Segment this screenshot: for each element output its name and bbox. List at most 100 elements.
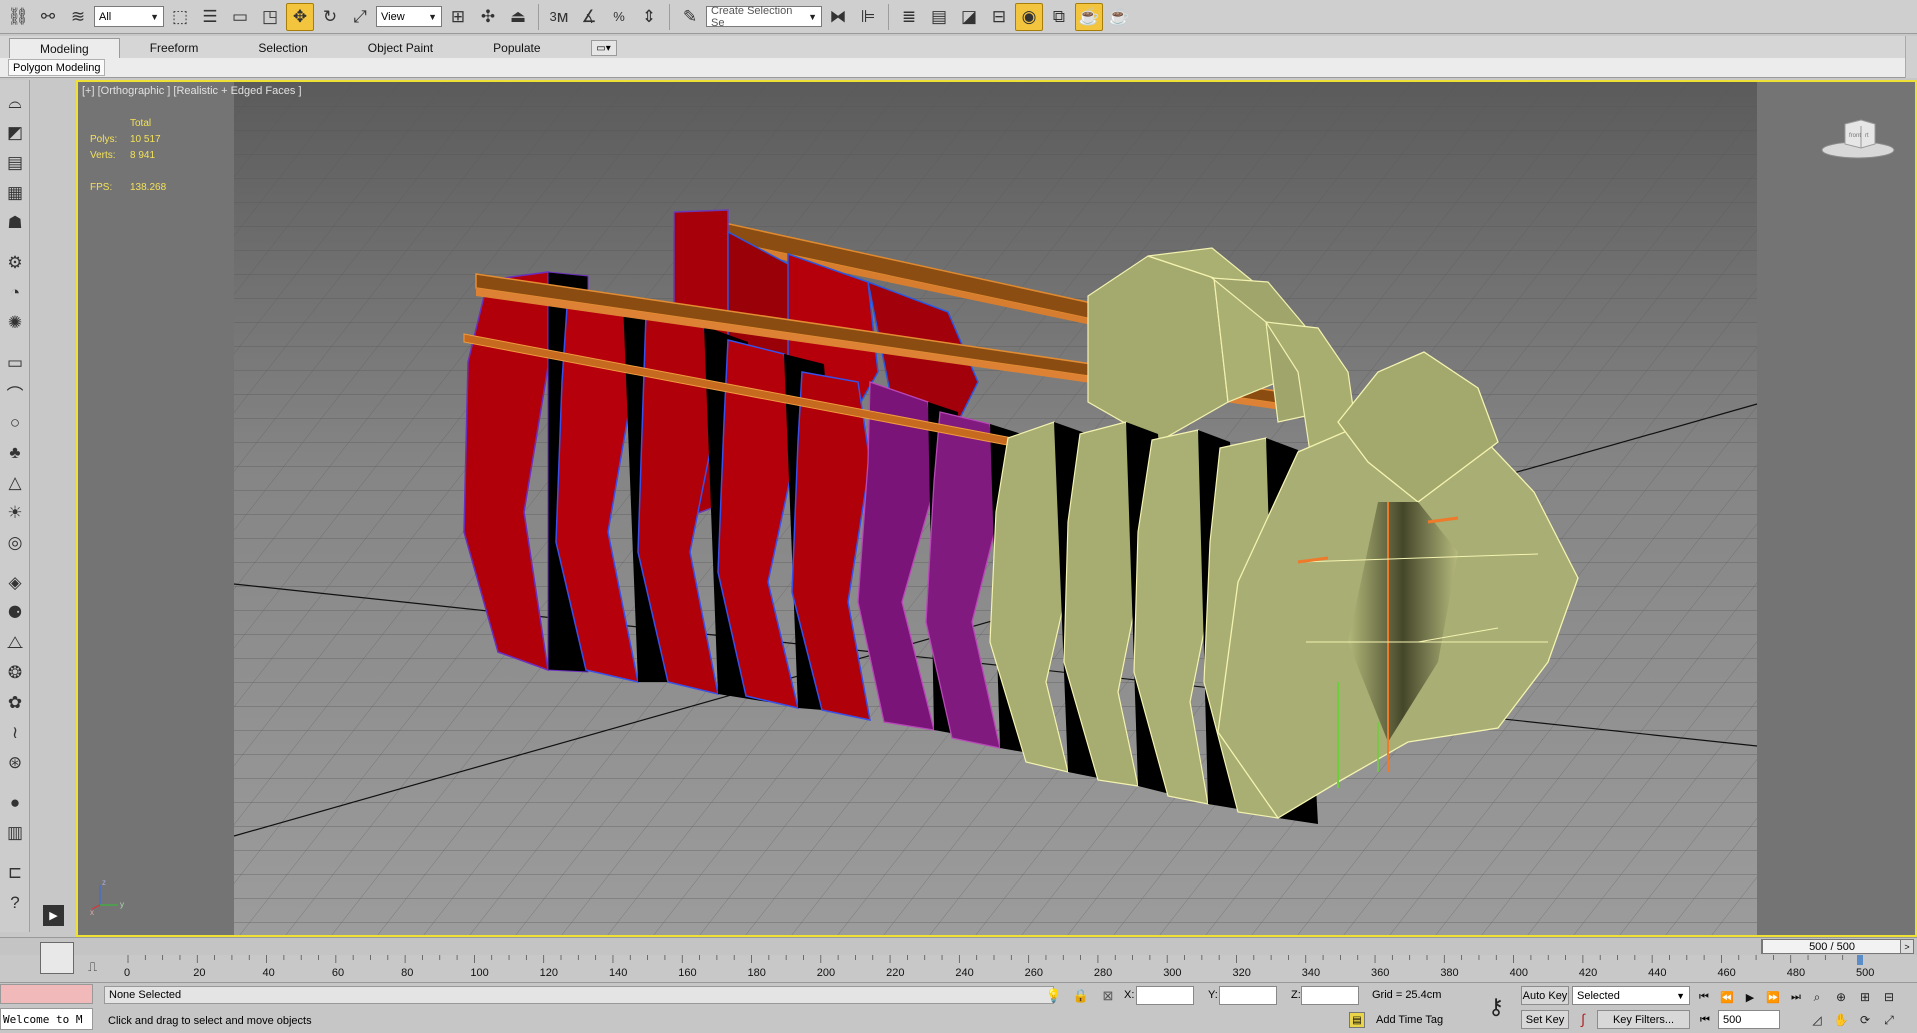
- render-production-icon[interactable]: ☕: [1105, 3, 1133, 31]
- zoom-icon[interactable]: ⌕: [1808, 988, 1826, 1006]
- polygon-modeling-panel-label[interactable]: Polygon Modeling: [8, 59, 106, 76]
- edit-named-selection-icon[interactable]: ✎: [676, 3, 704, 31]
- ribbon-scroll-strip[interactable]: [1905, 36, 1917, 78]
- x-coordinate-field[interactable]: [1136, 986, 1194, 1005]
- light-icon[interactable]: ☀: [2, 500, 28, 526]
- z-coordinate-field[interactable]: [1301, 986, 1359, 1005]
- torus-primitive-icon[interactable]: ◎: [2, 530, 28, 556]
- bind-to-space-warp-icon[interactable]: ≋: [64, 3, 92, 31]
- spinner-snap-icon[interactable]: ⇕: [635, 3, 663, 31]
- select-and-link-icon[interactable]: ⛓: [4, 3, 32, 31]
- named-selection-dropdown[interactable]: Create Selection Se ▼: [706, 5, 822, 29]
- auto-key-button[interactable]: Auto Key: [1521, 986, 1569, 1005]
- time-tag-icon[interactable]: ▤: [1349, 1012, 1365, 1028]
- default-in-out-tangents-icon[interactable]: ∫: [1573, 1009, 1593, 1029]
- rendered-frame-window-icon[interactable]: ☕: [1075, 2, 1103, 31]
- percent-snap-icon[interactable]: %: [605, 3, 633, 31]
- mini-curve-editor-toggle[interactable]: [40, 942, 74, 974]
- shape-tools-icon[interactable]: ◔: [2, 280, 28, 306]
- pan-view-icon[interactable]: ✋: [1832, 1011, 1850, 1029]
- add-time-tag-button[interactable]: Add Time Tag: [1376, 1014, 1443, 1026]
- tab-selection[interactable]: Selection: [228, 38, 337, 58]
- select-and-scale-icon[interactable]: ⤢: [346, 3, 374, 31]
- hierarchy-panel-icon[interactable]: ▤: [2, 150, 28, 176]
- mirror-icon[interactable]: ⧓: [824, 3, 852, 31]
- select-and-move-icon[interactable]: ✥: [286, 2, 314, 31]
- material-sphere-icon[interactable]: ●: [2, 790, 28, 816]
- perspective-viewport[interactable]: [+] [Orthographic ] [Realistic + Edged F…: [76, 80, 1917, 937]
- angle-snap-icon[interactable]: ∡: [575, 3, 603, 31]
- tab-object-paint[interactable]: Object Paint: [338, 38, 463, 58]
- help-icon[interactable]: ?: [2, 890, 28, 916]
- previous-key-icon[interactable]: ⏪: [1717, 988, 1737, 1006]
- layer-manager-icon[interactable]: ≣: [895, 3, 923, 31]
- plane-primitive-icon[interactable]: ◈: [2, 570, 28, 596]
- open-mini-curve-editor-icon[interactable]: ⎍: [88, 959, 106, 975]
- window-crossing-icon[interactable]: ◳: [256, 3, 284, 31]
- select-manipulate-icon[interactable]: ✣: [474, 3, 502, 31]
- create-geometry-icon[interactable]: ⌓: [2, 90, 28, 116]
- select-and-rotate-icon[interactable]: ↻: [316, 3, 344, 31]
- snaps-toggle-icon[interactable]: 3ᴍ: [545, 3, 573, 31]
- utilities-panel-icon[interactable]: ⚙: [2, 250, 28, 276]
- display-panel-icon[interactable]: ☗: [2, 210, 28, 236]
- sphere-primitive-icon[interactable]: ○: [2, 410, 28, 436]
- space-warp-icon[interactable]: ❂: [2, 660, 28, 686]
- expand-panel-button[interactable]: ▶: [43, 905, 64, 926]
- set-key-button[interactable]: Set Key: [1521, 1010, 1569, 1029]
- helper-icon[interactable]: ⊛: [2, 750, 28, 776]
- tab-modeling[interactable]: Modeling: [9, 38, 120, 58]
- rectangular-selection-icon[interactable]: ▭: [226, 3, 254, 31]
- schematic-view-icon[interactable]: ⊟: [985, 3, 1013, 31]
- key-mode-toggle-icon[interactable]: ⏮: [1696, 1011, 1714, 1029]
- maxscript-listener-output[interactable]: [0, 984, 93, 1004]
- ribbon-options-icon[interactable]: ▭▾: [590, 40, 617, 56]
- time-slider-bar[interactable]: [0, 937, 1917, 955]
- key-mode-dropdown[interactable]: Selected ▼: [1572, 986, 1690, 1005]
- select-object-icon[interactable]: ⬚: [166, 3, 194, 31]
- tab-freeform[interactable]: Freeform: [120, 38, 229, 58]
- go-to-end-icon[interactable]: ⏭: [1786, 988, 1806, 1006]
- zoom-extents-icon[interactable]: ⊞: [1856, 988, 1874, 1006]
- next-frame-arrow[interactable]: >: [1900, 939, 1914, 954]
- play-animation-icon[interactable]: ▶: [1740, 988, 1760, 1006]
- viewcube[interactable]: front rt: [1821, 118, 1895, 160]
- selection-lock-icon[interactable]: 🔒: [1073, 988, 1089, 1004]
- time-slider-thumb[interactable]: 500 / 500: [1762, 939, 1902, 954]
- maxscript-mini-listener[interactable]: Welcome to M: [0, 1008, 93, 1030]
- material-editor-icon[interactable]: ◉: [1015, 2, 1043, 31]
- scene-states-icon[interactable]: ⊏: [2, 860, 28, 886]
- y-coordinate-field[interactable]: [1219, 986, 1277, 1005]
- zoom-extents-all-icon[interactable]: ⊟: [1880, 988, 1898, 1006]
- select-by-name-icon[interactable]: ☰: [196, 3, 224, 31]
- set-key-icon[interactable]: ⚷: [1476, 992, 1516, 1022]
- absolute-mode-transform-icon[interactable]: ⊠: [1100, 988, 1116, 1004]
- keyboard-shortcut-override-icon[interactable]: ⏏: [504, 3, 532, 31]
- align-icon[interactable]: ⊫: [854, 3, 882, 31]
- current-frame-field[interactable]: 500: [1718, 1010, 1780, 1029]
- tab-populate[interactable]: Populate: [463, 38, 570, 58]
- hair-fur-icon[interactable]: ≀: [2, 720, 28, 746]
- selection-filter-dropdown[interactable]: All ▼: [94, 6, 164, 27]
- shapes-icon[interactable]: ⧍: [2, 630, 28, 656]
- box-primitive-icon[interactable]: ▭: [2, 350, 28, 376]
- foliage-icon[interactable]: ✿: [2, 690, 28, 716]
- camera-tools-icon[interactable]: ✺: [2, 310, 28, 336]
- motion-panel-icon[interactable]: ▦: [2, 180, 28, 206]
- next-key-icon[interactable]: ⏩: [1763, 988, 1783, 1006]
- modify-panel-icon[interactable]: ◩: [2, 120, 28, 146]
- isolate-selection-icon[interactable]: 💡: [1046, 988, 1062, 1004]
- scene-explorer-icon[interactable]: ▤: [925, 3, 953, 31]
- go-to-start-icon[interactable]: ⏮: [1694, 988, 1714, 1006]
- field-of-view-icon[interactable]: ◿: [1808, 1011, 1826, 1029]
- layers-toolbar-icon[interactable]: ▥: [2, 820, 28, 846]
- pivot-center-icon[interactable]: ⊞: [444, 3, 472, 31]
- zoom-all-icon[interactable]: ⊕: [1832, 988, 1850, 1006]
- curve-editor-icon[interactable]: ◪: [955, 3, 983, 31]
- track-bar[interactable]: 0 20 40 60 80 100 120 140 160 180 200 220 240 260 280 3…: [80, 955, 1917, 982]
- pyramid-primitive-icon[interactable]: △: [2, 470, 28, 496]
- viewport-label-menu[interactable]: [+] [Orthographic ] [Realistic + Edged F…: [82, 85, 302, 97]
- scene-canvas[interactable]: [78, 82, 1915, 935]
- cone-primitive-icon[interactable]: ⌒: [2, 380, 28, 406]
- teapot-primitive-icon[interactable]: ♣: [2, 440, 28, 466]
